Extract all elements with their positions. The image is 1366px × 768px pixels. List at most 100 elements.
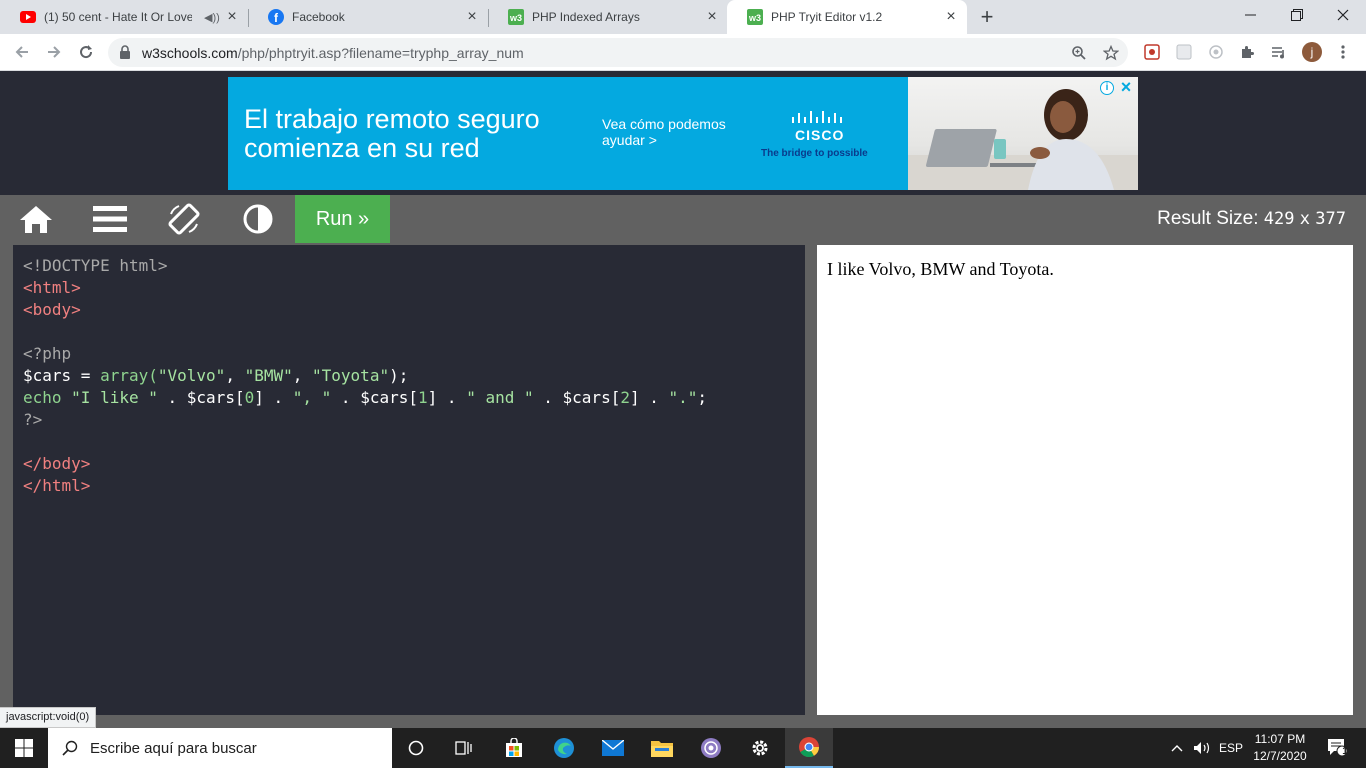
restore-button[interactable] — [1274, 0, 1320, 30]
tab-facebook[interactable]: f Facebook × — [248, 0, 489, 34]
store-icon[interactable] — [490, 728, 538, 768]
result-size: Result Size: 429 x 377 — [1157, 208, 1346, 230]
menu-icon[interactable] — [93, 202, 127, 236]
advertisement-banner[interactable]: El trabajo remoto seguro comienza en su … — [228, 77, 1138, 190]
new-tab-button[interactable]: + — [976, 6, 998, 28]
extensions-puzzle-icon[interactable] — [1238, 43, 1256, 61]
tab-title: Facebook — [292, 10, 345, 24]
code-token: ); — [389, 366, 409, 385]
code-token: $cars[ — [186, 388, 245, 407]
windows-start-icon[interactable] — [0, 728, 48, 768]
code-token: = — [71, 366, 101, 385]
taskbar-search-box[interactable]: Escribe aquí para buscar — [48, 728, 392, 768]
media-app-icon[interactable] — [687, 728, 735, 768]
tray-chevron-icon[interactable] — [1166, 728, 1188, 768]
ad-info-icon[interactable]: i — [1100, 81, 1114, 95]
code-text: <!DOCTYPE html> <html> <body> <?php $car… — [23, 255, 795, 497]
address-bar[interactable]: w3schools.com/php/phptryit.asp?filename=… — [108, 38, 1128, 67]
tab-php-indexed-arrays[interactable]: w3 PHP Indexed Arrays × — [488, 0, 728, 34]
chrome-menu-icon[interactable] — [1334, 43, 1352, 61]
task-view-icon[interactable] — [440, 728, 488, 768]
result-width: 429 — [1263, 209, 1295, 229]
notification-center-icon[interactable]: 1 — [1318, 728, 1358, 768]
tab-youtube[interactable]: (1) 50 cent - Hate It Or Love ◀)) × — [0, 0, 249, 34]
cortana-icon[interactable] — [392, 728, 440, 768]
code-token: . — [639, 388, 669, 407]
code-token: . — [331, 388, 361, 407]
volume-icon[interactable] — [1190, 728, 1216, 768]
clock-date: 12/7/2020 — [1253, 749, 1307, 763]
profile-avatar[interactable]: j — [1302, 42, 1322, 62]
speaker-icon[interactable]: ◀)) — [204, 11, 220, 24]
code-line: <?php — [23, 344, 72, 363]
ad-close-icon[interactable]: × — [1118, 78, 1134, 96]
back-button[interactable] — [10, 40, 34, 64]
svg-text:w3: w3 — [509, 13, 522, 23]
close-tab-icon[interactable]: × — [224, 9, 240, 25]
rotate-layout-icon[interactable] — [167, 202, 201, 236]
forward-button[interactable] — [42, 40, 66, 64]
search-placeholder: Escribe aquí para buscar — [90, 739, 257, 757]
bookmark-star-icon[interactable] — [1102, 44, 1120, 62]
close-window-button[interactable] — [1320, 0, 1366, 30]
code-line: <html> — [23, 278, 81, 297]
tab-php-tryit-editor[interactable]: w3 PHP Tryit Editor v1.2 × — [727, 0, 967, 34]
ad-brand: CISCO — [795, 127, 845, 143]
close-tab-icon[interactable]: × — [464, 9, 480, 25]
code-token: 0 — [244, 388, 255, 407]
extension-camera-icon[interactable] — [1207, 43, 1225, 61]
editor-toolbar: Run » Result Size: 429 x 377 — [0, 195, 1366, 243]
taskbar-clock[interactable]: 11:07 PM 12/7/2020 — [1248, 731, 1312, 765]
reload-button[interactable] — [74, 40, 98, 64]
settings-gear-icon[interactable] — [736, 728, 784, 768]
windows-taskbar: Escribe aquí para buscar ESP 11:07 PM 12… — [0, 728, 1366, 768]
code-token: , — [292, 366, 313, 385]
code-token: ] — [629, 388, 640, 407]
result-frame[interactable]: I like Volvo, BMW and Toyota. — [817, 245, 1353, 715]
extension-grid-icon[interactable] — [1175, 43, 1193, 61]
url-text: w3schools.com/php/phptryit.asp?filename=… — [142, 45, 524, 61]
theme-toggle-icon[interactable] — [241, 202, 275, 236]
youtube-icon — [20, 9, 36, 25]
code-token: "Toyota" — [312, 366, 390, 385]
result-height: 377 — [1315, 209, 1346, 229]
code-token: $cars[ — [562, 388, 621, 407]
code-token: ; — [697, 388, 708, 407]
code-line: <body> — [23, 300, 81, 319]
code-token: . — [533, 388, 563, 407]
code-line: <!DOCTYPE html> — [23, 256, 168, 275]
ad-cta-link[interactable]: Vea cómo podemos ayudar > — [602, 116, 762, 148]
run-button[interactable]: Run » — [295, 195, 390, 243]
chrome-taskbar-icon[interactable] — [785, 728, 833, 768]
edge-icon[interactable] — [540, 728, 588, 768]
url-path: /php/phptryit.asp?filename=tryphp_array_… — [237, 45, 524, 61]
facebook-icon: f — [268, 9, 284, 25]
close-tab-icon[interactable]: × — [943, 9, 959, 25]
code-token: , — [225, 366, 245, 385]
result-x: x — [1299, 209, 1310, 229]
ad-headline: El trabajo remoto seguro comienza en su … — [244, 104, 540, 163]
language-indicator[interactable]: ESP — [1216, 728, 1246, 768]
minimize-button[interactable] — [1228, 0, 1274, 30]
code-line: ?> — [23, 410, 43, 429]
zoom-icon[interactable] — [1070, 44, 1088, 62]
code-token: "." — [668, 388, 698, 407]
code-token: $cars — [23, 366, 72, 385]
tab-strip: (1) 50 cent - Hate It Or Love ◀)) × f Fa… — [0, 0, 1366, 34]
code-token: "BMW" — [244, 366, 293, 385]
mail-icon[interactable] — [589, 728, 637, 768]
media-queue-icon[interactable] — [1270, 43, 1288, 61]
clock-time: 11:07 PM — [1254, 732, 1306, 746]
notification-count: 1 — [1342, 746, 1348, 757]
code-token: ] — [427, 388, 438, 407]
home-icon[interactable] — [19, 202, 53, 236]
tab-title: PHP Tryit Editor v1.2 — [771, 10, 883, 24]
code-token: echo — [23, 388, 72, 407]
result-size-label: Result Size: — [1157, 208, 1259, 229]
lock-icon[interactable] — [119, 45, 133, 59]
code-editor[interactable]: <!DOCTYPE html> <html> <body> <?php $car… — [13, 245, 805, 715]
extension-shield-icon[interactable] — [1143, 43, 1161, 61]
close-tab-icon[interactable]: × — [704, 9, 720, 25]
code-token: $cars[ — [360, 388, 418, 407]
file-explorer-icon[interactable] — [638, 728, 686, 768]
